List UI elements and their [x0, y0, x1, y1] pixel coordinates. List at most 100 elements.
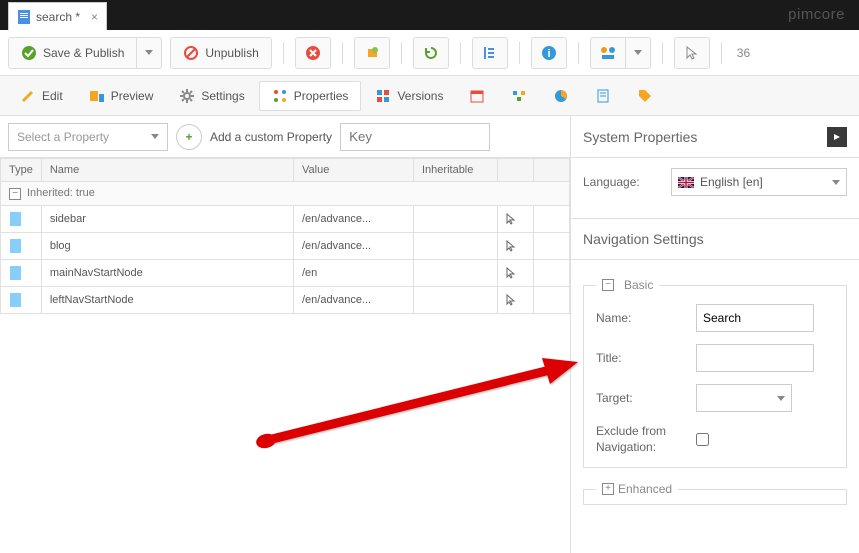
info-button[interactable]: i — [531, 37, 567, 69]
col-type[interactable]: Type — [1, 159, 42, 182]
document-icon — [9, 211, 23, 227]
tab-schedule[interactable] — [457, 81, 497, 111]
cell-value: /en — [294, 260, 414, 287]
versions-icon — [375, 88, 391, 104]
tab-close-icon[interactable]: × — [91, 10, 98, 24]
properties-icon — [272, 88, 288, 104]
table-row[interactable]: leftNavStartNode /en/advance... — [1, 287, 570, 314]
table-row[interactable]: sidebar /en/advance... — [1, 206, 570, 233]
tab-reports[interactable] — [541, 81, 581, 111]
cell-value: /en/advance... — [294, 287, 414, 314]
select-property-dropdown[interactable]: Select a Property — [8, 123, 168, 151]
name-label: Name: — [596, 311, 696, 325]
target-select[interactable] — [696, 384, 792, 412]
title-input[interactable] — [696, 344, 814, 372]
unpublish-icon — [183, 45, 199, 61]
exclude-checkbox[interactable] — [696, 433, 709, 446]
group-row[interactable]: −Inherited: true — [1, 182, 570, 206]
enhanced-fieldset: +Enhanced — [583, 482, 847, 505]
tab-label: Preview — [111, 89, 154, 103]
select-placeholder: Select a Property — [17, 130, 109, 144]
expand-icon[interactable]: + — [602, 483, 614, 495]
panel-title: System Properties — [583, 129, 697, 145]
rename-button[interactable] — [354, 37, 390, 69]
col-action1 — [498, 159, 534, 182]
cell-value: /en/advance... — [294, 233, 414, 260]
uk-flag-icon — [678, 177, 694, 188]
open-icon[interactable] — [506, 267, 525, 279]
top-bar: search * × pimcore — [0, 0, 859, 30]
tab-dependencies[interactable] — [499, 81, 539, 111]
chevron-down-icon — [151, 134, 159, 139]
table-row[interactable]: blog /en/advance... — [1, 233, 570, 260]
tab-versions[interactable]: Versions — [363, 81, 455, 111]
right-pane: System Properties Language: English [en]… — [571, 116, 859, 553]
share-dropdown[interactable] — [626, 37, 651, 69]
cell-name: blog — [41, 233, 293, 260]
expand-icon[interactable] — [827, 127, 847, 147]
cell-value: /en/advance... — [294, 206, 414, 233]
group-label: Inherited: true — [27, 187, 95, 199]
notes-icon — [595, 88, 611, 104]
pie-icon — [553, 88, 569, 104]
language-select[interactable]: English [en] — [671, 168, 847, 196]
cell-name: mainNavStartNode — [41, 260, 293, 287]
language-value: English [en] — [700, 175, 763, 189]
document-icon — [9, 292, 23, 308]
system-properties-header: System Properties — [571, 116, 859, 158]
chevron-down-icon — [634, 50, 642, 55]
properties-table: Type Name Value Inheritable −Inherited: … — [0, 158, 570, 314]
enhanced-legend[interactable]: +Enhanced — [596, 482, 678, 496]
language-label: Language: — [583, 175, 663, 189]
basic-legend[interactable]: −Basic — [596, 278, 659, 292]
calendar-icon — [469, 88, 485, 104]
save-publish-dropdown[interactable] — [137, 37, 162, 69]
col-value[interactable]: Value — [294, 159, 414, 182]
document-icon — [9, 238, 23, 254]
tab-notes[interactable] — [583, 81, 623, 111]
delete-button[interactable] — [295, 37, 331, 69]
tab-settings[interactable]: Settings — [167, 81, 256, 111]
collapse-icon[interactable]: − — [9, 188, 21, 200]
tab-label: Edit — [42, 89, 63, 103]
key-input[interactable] — [340, 123, 490, 151]
properties-pane: Select a Property + Add a custom Propert… — [0, 116, 571, 553]
nav-settings-header: Navigation Settings — [571, 218, 859, 260]
col-inheritable[interactable]: Inheritable — [414, 159, 498, 182]
logo: pimcore — [788, 6, 845, 23]
tab-label: Versions — [397, 89, 443, 103]
tab-tags[interactable] — [625, 81, 665, 111]
tag-icon — [637, 88, 653, 104]
tabs-row: Edit Preview Settings Properties Version… — [0, 76, 859, 116]
panel-title: Navigation Settings — [583, 231, 704, 247]
table-row[interactable]: mainNavStartNode /en — [1, 260, 570, 287]
cursor-button[interactable] — [674, 37, 710, 69]
tab-properties[interactable]: Properties — [259, 81, 362, 111]
tab-preview[interactable]: Preview — [77, 81, 166, 111]
open-icon[interactable] — [506, 294, 525, 306]
success-icon — [21, 45, 37, 61]
title-label: Title: — [596, 351, 696, 365]
open-icon[interactable] — [506, 240, 525, 252]
document-tab[interactable]: search * × — [8, 2, 107, 30]
unpublish-button[interactable]: Unpublish — [170, 37, 271, 69]
col-action2 — [534, 159, 570, 182]
chevron-down-icon — [832, 180, 840, 185]
add-property-button[interactable]: + — [176, 124, 202, 150]
share-button[interactable] — [590, 37, 626, 69]
exclude-label: Exclude from Navigation: — [596, 424, 696, 455]
target-label: Target: — [596, 391, 696, 405]
navigation-button[interactable] — [472, 37, 508, 69]
col-name[interactable]: Name — [41, 159, 293, 182]
collapse-icon[interactable]: − — [602, 279, 614, 291]
document-icon — [17, 10, 31, 24]
open-icon[interactable] — [506, 213, 525, 225]
main-toolbar: Save & Publish Unpublish i 36 — [0, 30, 859, 76]
save-publish-button[interactable]: Save & Publish — [8, 37, 137, 69]
tab-edit[interactable]: Edit — [8, 81, 75, 111]
element-count: 36 — [737, 46, 750, 60]
tab-label: Settings — [201, 89, 244, 103]
pencil-icon — [20, 88, 36, 104]
reload-button[interactable] — [413, 37, 449, 69]
name-input[interactable] — [696, 304, 814, 332]
